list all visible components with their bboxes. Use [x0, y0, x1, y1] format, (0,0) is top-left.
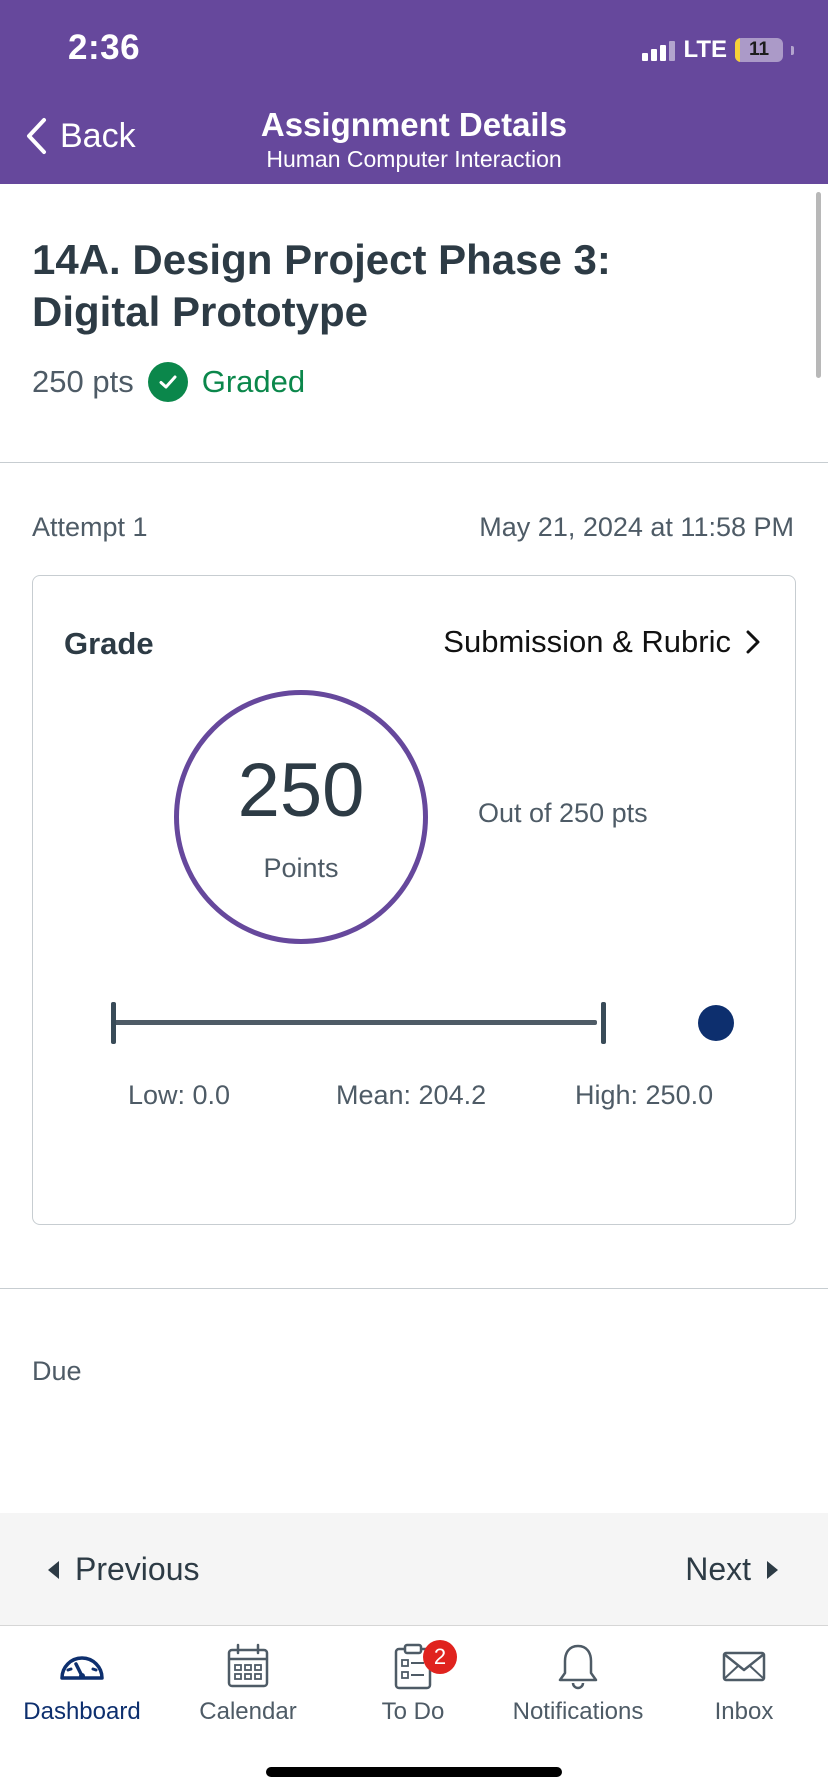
status-time: 2:36 [68, 28, 141, 67]
battery-level: 11 [748, 39, 770, 60]
submission-rubric-label: Submission & Rubric [443, 624, 731, 659]
scrollbar[interactable] [816, 192, 821, 378]
assignment-title-line2: Digital Prototype [32, 288, 369, 335]
assignment-title-line1: 14A. Design Project Phase 3: [32, 236, 611, 283]
assignment-title: 14A. Design Project Phase 3: Digital Pro… [32, 234, 772, 338]
assignment-pager: Previous Next [0, 1513, 828, 1625]
battery-icon: 11 [735, 38, 783, 62]
low-score-label: Low: 0.0 [128, 1080, 231, 1110]
check-circle-icon [147, 362, 188, 402]
tab-todo[interactable]: To Do 2 [333, 1640, 493, 1726]
score-distribution-track [113, 1020, 597, 1025]
todo-count-badge: 2 [423, 1640, 457, 1674]
tab-todo-label: To Do [381, 1698, 445, 1725]
mean-score-marker [601, 1002, 606, 1044]
your-score-marker [698, 1005, 734, 1041]
caret-right-icon [767, 1560, 778, 1579]
tab-calendar[interactable]: Calendar [168, 1640, 328, 1726]
tab-calendar-label: Calendar [199, 1698, 297, 1725]
tab-inbox[interactable]: Inbox [664, 1640, 824, 1726]
grade-card: Grade Submission & Rubric 250 Points Out… [32, 575, 796, 1225]
score-caption: Points [263, 853, 339, 883]
network-label: LTE [683, 36, 727, 63]
status-indicators: LTE 11 [642, 36, 794, 64]
battery-cap [791, 45, 794, 55]
caret-left-icon [48, 1560, 59, 1579]
points-row: 250 pts Graded [32, 362, 305, 402]
tab-inbox-label: Inbox [714, 1698, 774, 1725]
course-name: Human Computer Interaction [266, 146, 562, 172]
next-label: Next [685, 1551, 751, 1587]
mail-icon [722, 1651, 766, 1682]
page-title: Assignment Details [260, 106, 568, 143]
attempt-date: May 21, 2024 at 11:58 PM [479, 512, 794, 542]
due-label: Due [32, 1356, 82, 1386]
home-indicator [266, 1767, 562, 1777]
bell-icon [558, 1644, 598, 1690]
previous-label: Previous [75, 1551, 200, 1587]
tab-notifications[interactable]: Notifications [498, 1640, 658, 1726]
score-value: 250 [237, 748, 365, 833]
tab-dashboard-label: Dashboard [23, 1698, 141, 1725]
low-score-marker [111, 1002, 116, 1044]
status-badge: Graded [201, 364, 306, 399]
chevron-right-icon [746, 630, 760, 654]
nav-header: 2:36 LTE 11 Back Assignment Details Huma… [0, 0, 828, 184]
calendar-icon [227, 1643, 269, 1688]
grade-heading: Grade [64, 626, 154, 661]
tab-dashboard[interactable]: Dashboard [2, 1640, 162, 1726]
mean-score-label: Mean: 204.2 [336, 1080, 487, 1110]
dashboard-icon [60, 1656, 104, 1680]
score-ring: 250 Points [174, 690, 428, 944]
high-score-label: High: 250.0 [575, 1080, 714, 1110]
tab-notifications-label: Notifications [512, 1698, 644, 1725]
divider [0, 1288, 828, 1289]
cellular-signal-icon [642, 39, 676, 61]
submission-rubric-link[interactable]: Submission & Rubric [443, 624, 761, 660]
out-of-points: Out of 250 pts [478, 798, 648, 828]
divider [0, 462, 828, 463]
points-possible: 250 pts [32, 364, 134, 399]
attempt-selector[interactable]: Attempt 1 [32, 512, 148, 543]
previous-button[interactable]: Previous [48, 1551, 200, 1588]
next-button[interactable]: Next [685, 1551, 778, 1588]
header-titles: Assignment Details Human Computer Intera… [0, 106, 828, 173]
